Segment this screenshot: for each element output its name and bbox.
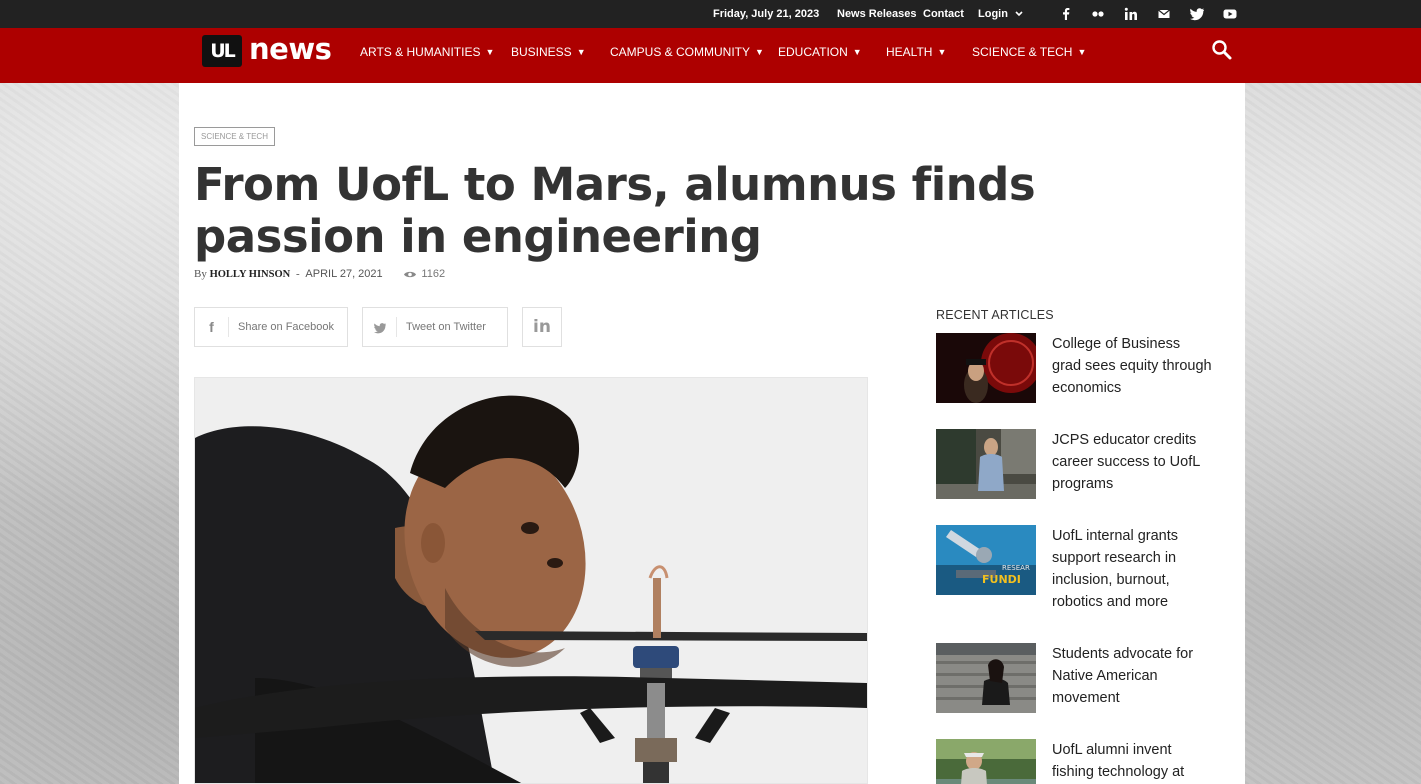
logo-ul-mark: UL bbox=[202, 35, 242, 67]
chevron-down-icon: ▼ bbox=[852, 47, 862, 57]
recent-article-title[interactable]: JCPS educator credits career success to … bbox=[1052, 429, 1212, 495]
chevron-down-icon: ▼ bbox=[755, 47, 764, 57]
recent-articles-heading: RECENT ARTICLES bbox=[936, 308, 1054, 322]
nav-health[interactable]: HEALTH ▼ bbox=[886, 45, 946, 59]
eye-icon bbox=[404, 271, 417, 277]
author-link[interactable]: HOLLY HINSON bbox=[210, 269, 291, 280]
article-title: From UofL to Mars, alumnus finds passion… bbox=[194, 158, 1036, 263]
article-thumbnail[interactable] bbox=[936, 643, 1036, 713]
chevron-down-icon: ▼ bbox=[576, 47, 586, 57]
view-count-value: 1162 bbox=[421, 268, 446, 280]
facebook-icon: f bbox=[195, 317, 229, 338]
main-navigation: UL news ARTS & HUMANITIES ▼ BUSINESS ▼ CAM… bbox=[0, 28, 1421, 83]
recent-article-title[interactable]: UofL internal grants support research in… bbox=[1052, 525, 1212, 613]
article-thumbnail[interactable] bbox=[936, 739, 1036, 784]
svg-text:RESEAR: RESEAR bbox=[1002, 564, 1030, 572]
nav-label: BUSINESS bbox=[511, 45, 572, 59]
share-facebook-label: Share on Facebook bbox=[238, 321, 335, 334]
share-twitter-button[interactable]: Tweet on Twitter bbox=[362, 307, 508, 347]
nav-label: HEALTH bbox=[886, 45, 933, 59]
recent-article-title[interactable]: Students advocate for Native American mo… bbox=[1052, 643, 1212, 709]
nav-label: SCIENCE & TECH bbox=[972, 45, 1073, 59]
nav-arts-humanities[interactable]: ARTS & HUMANITIES ▼ bbox=[360, 45, 494, 59]
share-facebook-button[interactable]: f Share on Facebook bbox=[194, 307, 348, 347]
view-count: 1162 bbox=[403, 268, 445, 280]
linkedin-icon[interactable] bbox=[1123, 6, 1139, 22]
publish-date: APRIL 27, 2021 bbox=[305, 268, 383, 280]
nav-science-tech[interactable]: SCIENCE & TECH ▼ bbox=[972, 45, 1086, 59]
email-icon[interactable] bbox=[1156, 6, 1172, 22]
nav-label: ARTS & HUMANITIES bbox=[360, 45, 481, 59]
flickr-icon[interactable] bbox=[1090, 6, 1106, 22]
chevron-down-icon: ▼ bbox=[1077, 47, 1087, 57]
twitter-icon[interactable] bbox=[1189, 6, 1205, 22]
article-thumbnail[interactable]: RESEAR FUNDI bbox=[936, 525, 1036, 595]
meta-separator: - bbox=[295, 268, 300, 280]
recent-article-title[interactable]: UofL alumni invent fishing technology at bbox=[1052, 739, 1212, 783]
nav-education[interactable]: EDUCATION ▼ bbox=[778, 45, 862, 59]
chevron-down-icon bbox=[1015, 11, 1023, 17]
search-icon[interactable] bbox=[1211, 39, 1233, 61]
nav-label: EDUCATION bbox=[778, 45, 848, 59]
article-content: SCIENCE & TECH From UofL to Mars, alumnu… bbox=[179, 83, 1245, 784]
nav-campus-community[interactable]: CAMPUS & COMMUNITY ▼ bbox=[610, 45, 764, 59]
article-meta: By HOLLY HINSON - APRIL 27, 2021 1162 bbox=[194, 268, 445, 280]
svg-text:FUNDI: FUNDI bbox=[982, 573, 1021, 586]
article-thumbnail[interactable] bbox=[936, 429, 1036, 499]
article-thumbnail[interactable] bbox=[936, 333, 1036, 403]
recent-article-title[interactable]: College of Business grad sees equity thr… bbox=[1052, 333, 1212, 399]
chevron-down-icon: ▼ bbox=[485, 47, 495, 57]
top-utility-bar: Friday, July 21, 2023 News Releases Cont… bbox=[0, 0, 1421, 28]
facebook-icon[interactable] bbox=[1058, 6, 1074, 22]
linkedin-icon: in bbox=[533, 317, 551, 337]
contact-link[interactable]: Contact bbox=[923, 8, 964, 20]
nav-business[interactable]: BUSINESS ▼ bbox=[511, 45, 586, 59]
by-label: By bbox=[194, 268, 207, 280]
share-linkedin-button[interactable]: in bbox=[522, 307, 562, 347]
twitter-icon bbox=[363, 317, 397, 338]
share-twitter-label: Tweet on Twitter bbox=[406, 321, 486, 334]
login-label: Login bbox=[978, 8, 1008, 20]
current-date: Friday, July 21, 2023 bbox=[713, 8, 820, 20]
login-link[interactable]: Login bbox=[978, 8, 1023, 20]
logo-news-text: news bbox=[249, 32, 332, 66]
nav-label: CAMPUS & COMMUNITY bbox=[610, 45, 751, 59]
youtube-icon[interactable] bbox=[1222, 6, 1238, 22]
news-releases-link[interactable]: News Releases bbox=[837, 8, 917, 20]
article-hero-image bbox=[194, 377, 868, 784]
chevron-down-icon: ▼ bbox=[937, 47, 947, 57]
category-badge[interactable]: SCIENCE & TECH bbox=[194, 127, 275, 146]
